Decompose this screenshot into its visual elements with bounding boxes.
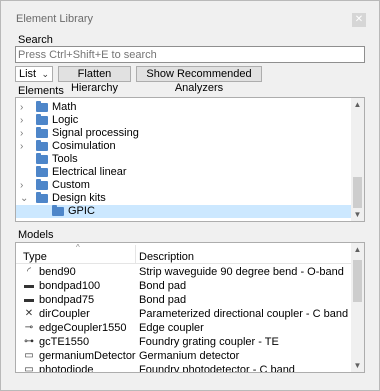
close-icon[interactable]: ✕: [352, 13, 366, 27]
window-title: Element Library: [16, 13, 94, 25]
grating-coupler-icon: ⊶: [24, 336, 34, 347]
flatten-hierarchy-button[interactable]: Flatten Hierarchy: [58, 66, 131, 94]
title-bar[interactable]: Element Library ✕: [1, 1, 379, 33]
photodetector-icon: ▭: [24, 350, 34, 361]
elements-tree[interactable]: › Math › Logic › Signal processing › Cos…: [15, 97, 365, 222]
column-divider[interactable]: [135, 245, 136, 263]
tree-item-label: Electrical linear: [52, 166, 127, 178]
model-description: Parameterized directional coupler - C ba…: [139, 308, 349, 320]
edge-coupler-icon: ⊸: [24, 322, 34, 333]
table-row[interactable]: ▬ bondpad100 Bond pad: [16, 279, 352, 293]
chevron-right-icon[interactable]: ›: [20, 114, 30, 127]
elements-label: Elements: [18, 85, 64, 97]
tree-item-signal-processing[interactable]: › Signal processing: [16, 127, 352, 140]
view-mode-value: List: [19, 68, 37, 80]
models-table[interactable]: ^ Type Description ◜ bend90 Strip wavegu…: [15, 242, 365, 373]
search-label: Search: [18, 34, 53, 46]
folder-icon: [36, 166, 48, 177]
column-header-type[interactable]: Type: [23, 251, 47, 263]
tree-item-custom[interactable]: › Custom: [16, 179, 352, 192]
chevron-down-icon[interactable]: ⌄: [20, 192, 30, 205]
chevron-down-icon: ⌄: [41, 69, 49, 79]
table-row[interactable]: ◜ bend90 Strip waveguide 90 degree bend …: [16, 265, 352, 279]
folder-icon: [52, 205, 64, 216]
show-recommended-analyzers-button[interactable]: Show Recommended Analyzers: [136, 66, 262, 94]
tree-item-gpic[interactable]: GPIC: [16, 205, 352, 218]
model-name: bend90: [39, 266, 76, 278]
model-description: Germanium detector: [139, 350, 240, 362]
tree-item-cosimulation[interactable]: › Cosimulation: [16, 140, 352, 153]
table-row[interactable]: ✕ dirCoupler Parameterized directional c…: [16, 307, 352, 321]
models-scrollbar[interactable]: ▲ ▼: [351, 243, 364, 372]
tree-item-label: Math: [52, 101, 77, 113]
directional-coupler-icon: ✕: [24, 308, 34, 319]
model-name: germaniumDetector: [39, 350, 136, 362]
scroll-down-icon[interactable]: ▼: [351, 208, 364, 221]
waveguide-bend-icon: ◜: [27, 266, 31, 277]
tree-item-electrical-linear[interactable]: Electrical linear: [16, 166, 352, 179]
scrollbar-thumb[interactable]: [353, 260, 362, 302]
folder-icon: [36, 101, 48, 112]
tree-item-design-kits[interactable]: ⌄ Design kits: [16, 192, 352, 205]
model-name: gcTE1550: [39, 336, 90, 348]
chevron-right-icon[interactable]: ›: [20, 101, 30, 114]
model-description: Edge coupler: [139, 322, 204, 334]
scroll-down-icon[interactable]: ▼: [351, 359, 364, 372]
model-name: edgeCoupler1550: [39, 322, 127, 334]
photodiode-icon: ▭: [24, 364, 34, 373]
folder-icon: [36, 140, 48, 151]
models-table-header: ^ Type Description: [16, 243, 352, 264]
tree-item-label: Logic: [52, 114, 79, 126]
bond-pad-icon: ▬: [24, 294, 34, 305]
model-description: Foundry grating coupler - TE: [139, 336, 279, 348]
tree-item-label: Design kits: [52, 192, 106, 204]
column-header-description[interactable]: Description: [139, 251, 194, 263]
tree-item-label: GPIC: [68, 205, 95, 217]
chevron-right-icon[interactable]: ›: [20, 127, 30, 140]
folder-icon: [36, 114, 48, 125]
folder-icon: [36, 179, 48, 190]
model-description: Bond pad: [139, 280, 187, 292]
model-name: photodiode: [39, 364, 94, 373]
folder-icon: [36, 127, 48, 138]
tree-item-label: Tools: [52, 153, 78, 165]
tree-item-logic[interactable]: › Logic: [16, 114, 352, 127]
scroll-up-icon[interactable]: ▲: [351, 98, 364, 111]
model-description: Strip waveguide 90 degree bend - O-band: [139, 266, 344, 278]
chevron-right-icon[interactable]: ›: [20, 140, 30, 153]
table-row[interactable]: ▭ photodiode Foundry photodetector - C b…: [16, 363, 352, 373]
table-row[interactable]: ⊸ edgeCoupler1550 Edge coupler: [16, 321, 352, 335]
search-input[interactable]: [15, 46, 365, 63]
folder-icon: [36, 192, 48, 203]
sort-ascending-icon: ^: [76, 243, 80, 252]
tree-item-label: Custom: [52, 179, 90, 191]
model-name: bondpad75: [39, 294, 95, 306]
tree-item-label: Signal processing: [52, 127, 139, 139]
tree-item-math[interactable]: › Math: [16, 101, 352, 114]
model-description: Foundry photodetector - C band: [139, 364, 295, 373]
table-row[interactable]: ▬ bondpad75 Bond pad: [16, 293, 352, 307]
models-label: Models: [18, 229, 54, 241]
view-mode-select[interactable]: List ⌄: [15, 66, 53, 82]
bond-pad-icon: ▬: [24, 280, 34, 291]
table-row[interactable]: ⊶ gcTE1550 Foundry grating coupler - TE: [16, 335, 352, 349]
model-description: Bond pad: [139, 294, 187, 306]
tree-item-tools[interactable]: Tools: [16, 153, 352, 166]
tree-item-label: Cosimulation: [52, 140, 116, 152]
table-row[interactable]: ▭ germaniumDetector Germanium detector: [16, 349, 352, 363]
folder-icon: [36, 153, 48, 164]
elements-scrollbar[interactable]: ▲ ▼: [351, 98, 364, 221]
element-library-window: Element Library ✕ Search List ⌄ Flatten …: [0, 0, 380, 391]
scrollbar-thumb[interactable]: [353, 177, 362, 208]
model-name: bondpad100: [39, 280, 101, 292]
model-name: dirCoupler: [39, 308, 90, 320]
chevron-right-icon[interactable]: ›: [20, 179, 30, 192]
scroll-up-icon[interactable]: ▲: [351, 243, 364, 256]
